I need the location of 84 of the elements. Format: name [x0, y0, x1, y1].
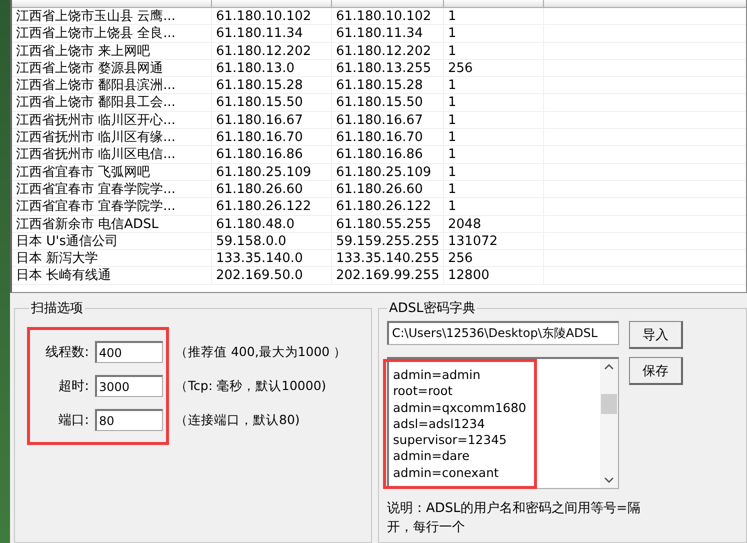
input-field[interactable]: 3000 [95, 375, 163, 397]
end-ip-cell: 61.180.11.34 [332, 25, 444, 42]
start-ip-cell: 61.180.16.86 [212, 146, 332, 164]
input-field[interactable]: 80 [95, 409, 163, 431]
start-ip-cell: 61.180.16.70 [212, 129, 332, 146]
start-ip-cell: 61.180.16.67 [212, 112, 332, 129]
input-field[interactable]: 400 [95, 341, 163, 363]
count-cell: 1 [444, 94, 544, 112]
start-ip-cell: 61.180.26.60 [212, 180, 332, 198]
count-cell: 1 [444, 25, 544, 42]
count-cell: 12800 [444, 267, 544, 284]
dictionary-entries: admin=admin root=root admin=qxcomm1680 adsl=adsl1234 supervisor=12345 admin=dare admin=conexant [392, 367, 528, 482]
field-label: 线程数: [44, 344, 90, 361]
count-cell: 1 [444, 146, 544, 164]
location-cell: 日本 长崎有线通 [12, 267, 212, 284]
count-cell: 256 [444, 60, 544, 77]
location-cell: 江西省上饶市 婺源县网通 [12, 60, 212, 77]
start-ip-cell: 61.180.25.109 [212, 164, 332, 181]
end-ip-cell: 202.169.99.255 [332, 267, 444, 284]
location-cell: 江西省抚州市 临川区有缘... [12, 129, 212, 146]
start-ip-cell: 202.169.50.0 [212, 267, 332, 284]
count-cell: 256 [444, 250, 544, 268]
location-cell: 江西省抚州市 临川区开心... [12, 112, 212, 129]
count-cell: 1 [444, 198, 544, 216]
location-cell: 江西省抚州市 临川区电信... [12, 146, 212, 164]
start-ip-cell: 61.180.13.0 [212, 60, 332, 77]
count-cell: 1 [444, 112, 544, 129]
start-ip-cell: 61.180.10.102 [212, 8, 332, 25]
location-cell: 江西省宜春市 飞弧网吧 [12, 164, 212, 181]
location-cell: 日本 U's通信公司 [12, 232, 212, 250]
start-ip-cell: 61.180.26.122 [212, 198, 332, 216]
location-cell: 江西省上饶市玉山县 云鹰... [12, 8, 212, 25]
end-ip-cell: 61.180.25.109 [332, 164, 444, 181]
start-ip-cell: 59.158.0.0 [212, 232, 332, 250]
location-cell: 江西省新余市 电信ADSL [12, 216, 212, 233]
end-ip-cell: 61.180.12.202 [332, 42, 444, 60]
location-cell: 江西省宜春市 宜春学院学... [12, 180, 212, 198]
end-ip-cell: 61.180.15.28 [332, 77, 444, 94]
count-cell: 2048 [444, 216, 544, 233]
location-cell: 江西省上饶市 鄱阳县工会... [12, 94, 212, 112]
end-ip-cell: 61.180.15.50 [332, 94, 444, 112]
scroll-down-icon[interactable] [604, 477, 614, 484]
start-ip-cell: 61.180.48.0 [212, 216, 332, 233]
field-label: 超时: [58, 378, 90, 395]
end-ip-cell: 61.180.16.70 [332, 129, 444, 146]
group-title: 扫描选项 [30, 300, 84, 317]
end-ip-cell: 61.180.55.255 [332, 216, 444, 233]
field-label: 端口: [58, 412, 90, 429]
save-button[interactable]: 保存 [629, 357, 683, 385]
start-ip-cell: 61.180.15.28 [212, 77, 332, 94]
scroll-thumb[interactable] [601, 394, 617, 414]
file-path-field[interactable]: C:\Users\12536\Desktop\东陵ADSL [387, 321, 619, 345]
count-cell: 1 [444, 8, 544, 25]
count-cell: 131072 [444, 232, 544, 250]
count-cell: 1 [444, 77, 544, 94]
count-cell: 1 [444, 180, 544, 198]
usage-note: 说明：ADSL的用户名和密码之间用等号=隔开，每行一个 [387, 500, 642, 537]
start-ip-cell: 133.35.140.0 [212, 250, 332, 268]
field-hint: （Tcp: 毫秒，默认10000) [174, 378, 328, 394]
count-cell: 1 [444, 129, 544, 146]
start-ip-cell: 61.180.11.34 [212, 25, 332, 42]
end-ip-cell: 61.180.26.60 [332, 180, 444, 198]
count-cell: 1 [444, 42, 544, 60]
import-button[interactable]: 导入 [629, 321, 683, 349]
end-ip-cell: 61.180.26.122 [332, 198, 444, 216]
end-ip-cell: 133.35.140.255 [332, 250, 444, 268]
location-cell: 江西省宜春市 宜春学院学... [12, 198, 212, 216]
scrollbar[interactable] [600, 359, 618, 488]
scroll-up-icon[interactable] [604, 363, 614, 370]
location-cell: 江西省上饶市 鄱阳县滨洲... [12, 77, 212, 94]
count-cell: 1 [444, 164, 544, 181]
location-cell: 江西省上饶市 来上网吧 [12, 42, 212, 60]
group-title: ADSL密码字典 [388, 300, 476, 317]
end-ip-cell: 61.180.16.67 [332, 112, 444, 129]
field-hint: （推荐值 400,最大为1000 ） [174, 344, 348, 360]
end-ip-cell: 59.159.255.255 [332, 232, 444, 250]
start-ip-cell: 61.180.15.50 [212, 94, 332, 112]
start-ip-cell: 61.180.12.202 [212, 42, 332, 60]
location-cell: 日本 新泻大学 [12, 250, 212, 268]
location-cell: 江西省上饶市上饶县 全良... [12, 25, 212, 42]
end-ip-cell: 61.180.13.255 [332, 60, 444, 77]
end-ip-cell: 61.180.16.86 [332, 146, 444, 164]
end-ip-cell: 61.180.10.102 [332, 8, 444, 25]
field-hint: （连接端口，默认80) [174, 412, 301, 428]
